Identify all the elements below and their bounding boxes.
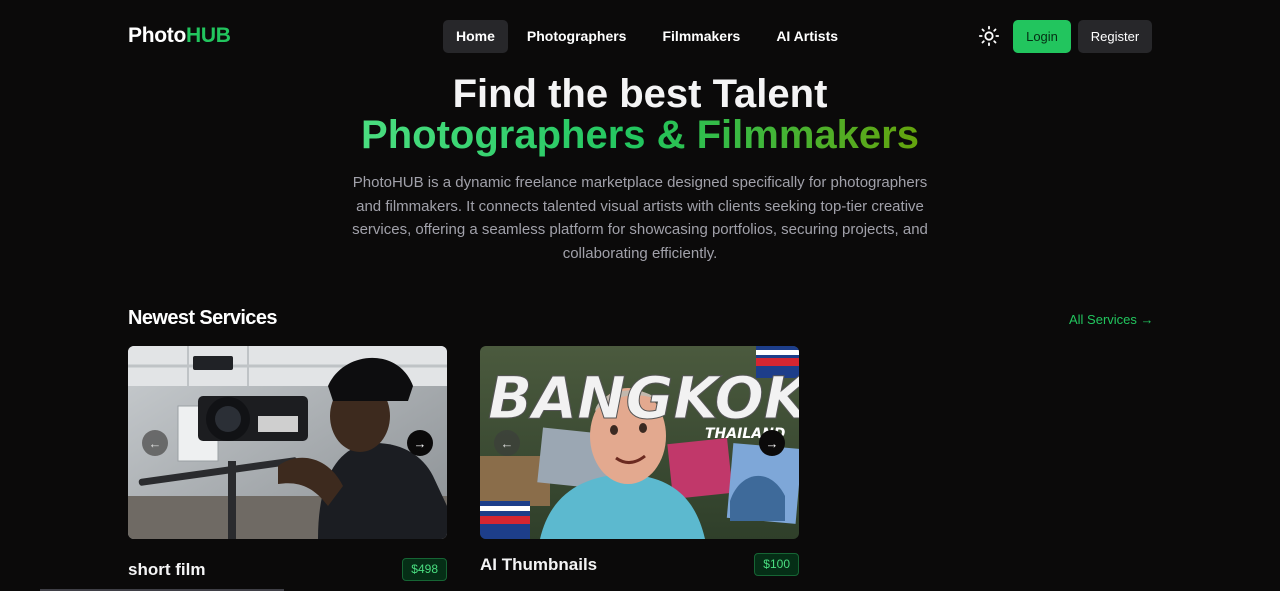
section-title: Newest Services <box>128 307 277 329</box>
sun-icon[interactable] <box>978 25 1000 47</box>
carousel-next-button[interactable]: → <box>759 430 785 456</box>
thumbnail-title: BANGKOK <box>488 364 799 432</box>
register-button[interactable]: Register <box>1078 20 1152 53</box>
logo-text-hub: HUB <box>185 24 231 47</box>
service-name[interactable]: AI Thumbnails <box>480 555 597 575</box>
service-card[interactable]: BANGKOK THAILAND ← → AI Thumbnails $100 <box>480 346 799 576</box>
hero-subtitle-text: Photographers & Filmmakers <box>361 113 919 157</box>
filmmaker-image <box>128 346 447 539</box>
top-navbar: PhotoHUB Home Photographers Filmmakers A… <box>0 0 1280 72</box>
logo[interactable]: PhotoHUB <box>128 24 231 48</box>
price-badge: $498 <box>402 558 447 581</box>
hero-subtitle: Photographers & Filmmakers <box>0 113 1280 157</box>
service-card[interactable]: ← → short film $498 <box>128 346 447 581</box>
carousel-prev-button[interactable]: ← <box>142 430 168 456</box>
price-badge: $100 <box>754 553 799 576</box>
hero-title: Find the best Talent <box>452 72 828 116</box>
nav-link-photographers[interactable]: Photographers <box>514 20 640 53</box>
nav-link-home[interactable]: Home <box>443 20 508 53</box>
nav-links: Home Photographers Filmmakers AI Artists <box>443 20 851 53</box>
login-button[interactable]: Login <box>1013 20 1071 53</box>
hero-description: PhotoHUB is a dynamic freelance marketpl… <box>352 174 928 262</box>
carousel-next-button[interactable]: → <box>407 430 433 456</box>
logo-text-photo: Photo <box>128 24 186 47</box>
carousel-prev-button[interactable]: ← <box>494 430 520 456</box>
all-services-link[interactable]: All Services → <box>1069 312 1154 327</box>
service-name[interactable]: short film <box>128 560 205 580</box>
service-image[interactable]: BANGKOK THAILAND ← → <box>480 346 799 539</box>
nav-link-ai-artists[interactable]: AI Artists <box>763 20 851 53</box>
bangkok-thumbnail-image: BANGKOK THAILAND <box>480 346 799 539</box>
nav-link-filmmakers[interactable]: Filmmakers <box>649 20 753 53</box>
service-image[interactable]: ← → <box>128 346 447 539</box>
